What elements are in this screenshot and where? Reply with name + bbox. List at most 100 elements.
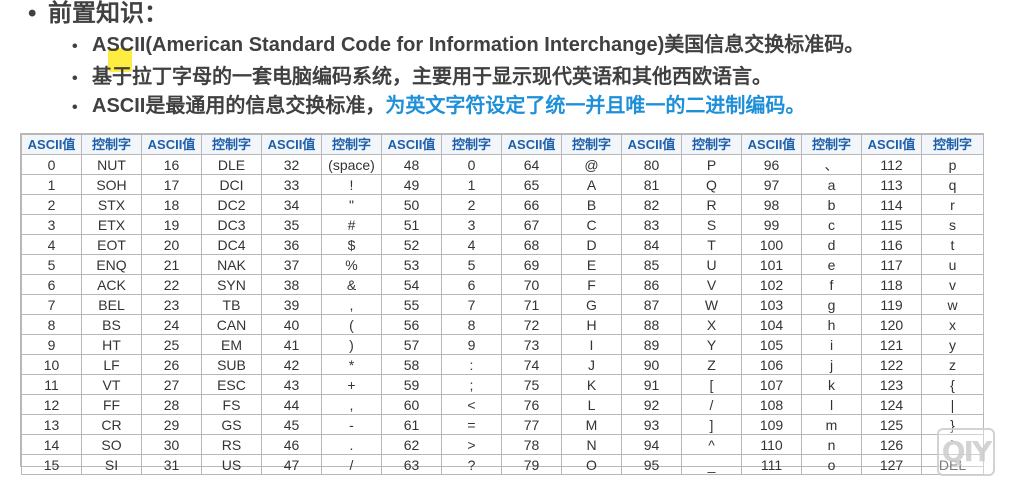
control-char-cell: ! — [321, 174, 382, 195]
ascii-value-cell: 50 — [381, 194, 442, 215]
ascii-value-cell: 88 — [621, 314, 682, 335]
control-char-cell: 7 — [441, 294, 502, 315]
bullet-highlight-text: 为英文字符设定了统一并且唯一的二进制编码。 — [385, 95, 806, 117]
ascii-value-cell: 115 — [861, 214, 922, 235]
ascii-value-cell: 32 — [261, 154, 322, 175]
control-char-cell: BEL — [81, 294, 142, 315]
control-char-cell: FS — [201, 394, 262, 415]
ascii-value-cell: 102 — [741, 274, 802, 295]
control-char-cell: 1 — [441, 174, 502, 195]
column-header-control-char: 控制字 — [801, 134, 862, 155]
control-char-cell: * — [321, 354, 382, 375]
control-char-cell: ? — [441, 454, 502, 475]
column-header-ascii-value: ASCII值 — [501, 134, 562, 155]
control-char-cell: US — [201, 454, 262, 475]
ascii-value-cell: 46 — [261, 434, 322, 455]
ascii-value-cell: 17 — [141, 174, 202, 195]
table-row: 11 VT 27 ESC 43 +59; 75 K 91[107 k 123{ — [21, 374, 984, 395]
ascii-value-cell: 40 — [261, 314, 322, 335]
iqiyi-logo-icon: QIY — [937, 428, 995, 476]
ascii-value-cell: 36 — [261, 234, 322, 255]
ascii-value-cell: 70 — [501, 274, 562, 295]
ascii-value-cell: 60 — [381, 394, 442, 415]
control-char-cell: B — [561, 194, 622, 215]
control-char-cell: : — [441, 354, 502, 375]
control-char-cell: GS — [201, 414, 262, 435]
ascii-value-cell: 111 — [741, 454, 802, 475]
title-text: 前置知识： — [48, 0, 168, 27]
control-char-cell: ESC — [201, 374, 262, 395]
control-char-cell: Z — [681, 354, 742, 375]
ascii-value-cell: 16 — [141, 154, 202, 175]
control-char-cell: CR — [81, 414, 142, 435]
column-header-ascii-value: ASCII值 — [861, 134, 922, 155]
column-header-control-char: 控制字 — [681, 134, 742, 155]
table-body: 0 NUT 16 DLE 32 (space) 48 0 64 @80 P 96、 112 p 1 SOH 17… — [21, 154, 984, 475]
control-char-cell: p — [921, 154, 984, 175]
control-char-cell: = — [441, 414, 502, 435]
column-header-ascii-value: ASCII值 — [141, 134, 202, 155]
column-header-ascii-value: ASCII值 — [381, 134, 442, 155]
ascii-value-cell: 127 — [861, 454, 922, 475]
column-header-control-char: 控制字 — [441, 134, 502, 155]
ascii-value-cell: 117 — [861, 254, 922, 275]
control-char-cell: s — [921, 214, 984, 235]
ascii-value-cell: 112 — [861, 154, 922, 175]
control-char-cell: % — [321, 254, 382, 275]
ascii-value-cell: 98 — [741, 194, 802, 215]
control-char-cell: z — [921, 354, 984, 375]
ascii-value-cell: 3 — [21, 214, 82, 235]
control-char-cell: VT — [81, 374, 142, 395]
control-char-cell: EM — [201, 334, 262, 355]
bullet-marker: • — [72, 38, 78, 55]
control-char-cell: T — [681, 234, 742, 255]
control-char-cell: 5 — [441, 254, 502, 275]
control-char-cell: > — [441, 434, 502, 455]
ascii-value-cell: 104 — [741, 314, 802, 335]
control-char-cell: n — [801, 434, 862, 455]
control-char-cell: C — [561, 214, 622, 235]
ascii-value-cell: 25 — [141, 334, 202, 355]
ascii-value-cell: 85 — [621, 254, 682, 275]
ascii-value-cell: 125 — [861, 414, 922, 435]
control-char-cell: P — [681, 154, 742, 175]
table-row: 3 ETX 19 DC3 35 #51 3 67 C 83 S 99 c 115 s — [21, 214, 984, 235]
ascii-value-cell: 48 — [381, 154, 442, 175]
control-char-cell: SYN — [201, 274, 262, 295]
control-char-cell: F — [561, 274, 622, 295]
control-char-cell: 0 — [441, 154, 502, 175]
ascii-value-cell: 31 — [141, 454, 202, 475]
control-char-cell: H — [561, 314, 622, 335]
ascii-value-cell: 106 — [741, 354, 802, 375]
ascii-value-cell: 59 — [381, 374, 442, 395]
control-char-cell: b — [801, 194, 862, 215]
control-char-cell: S — [681, 214, 742, 235]
control-char-cell: NUT — [81, 154, 142, 175]
control-char-cell: f — [801, 274, 862, 295]
control-char-cell: D — [561, 234, 622, 255]
ascii-value-cell: 9 — [21, 334, 82, 355]
control-char-cell: @ — [561, 154, 622, 175]
control-char-cell: X — [681, 314, 742, 335]
table-row: 7 BEL 23 TB 39, 55 7 71 G 87 W 103 g 119 w — [21, 294, 984, 315]
ascii-value-cell: 11 — [21, 374, 82, 395]
ascii-value-cell: 37 — [261, 254, 322, 275]
table-row: 0 NUT 16 DLE 32 (space) 48 0 64 @80 P 96、 112 p — [21, 154, 984, 175]
control-char-cell: DC2 — [201, 194, 262, 215]
control-char-cell: ] — [681, 414, 742, 435]
control-char-cell: m — [801, 414, 862, 435]
ascii-value-cell: 45 — [261, 414, 322, 435]
ascii-value-cell: 52 — [381, 234, 442, 255]
ascii-value-cell: 103 — [741, 294, 802, 315]
ascii-table: ASCII值 控制字 ASCII值 控制字 ASCII值 控制字 ASCII值 控制字 ASCI… — [21, 134, 984, 475]
ascii-value-cell: 56 — [381, 314, 442, 335]
ascii-value-cell: 87 — [621, 294, 682, 315]
ascii-value-cell: 53 — [381, 254, 442, 275]
ascii-value-cell: 23 — [141, 294, 202, 315]
ascii-value-cell: 4 — [21, 234, 82, 255]
ascii-value-cell: 18 — [141, 194, 202, 215]
ascii-value-cell: 94 — [621, 434, 682, 455]
column-header-control-char: 控制字 — [201, 134, 262, 155]
control-char-cell: [ — [681, 374, 742, 395]
ascii-value-cell: 81 — [621, 174, 682, 195]
